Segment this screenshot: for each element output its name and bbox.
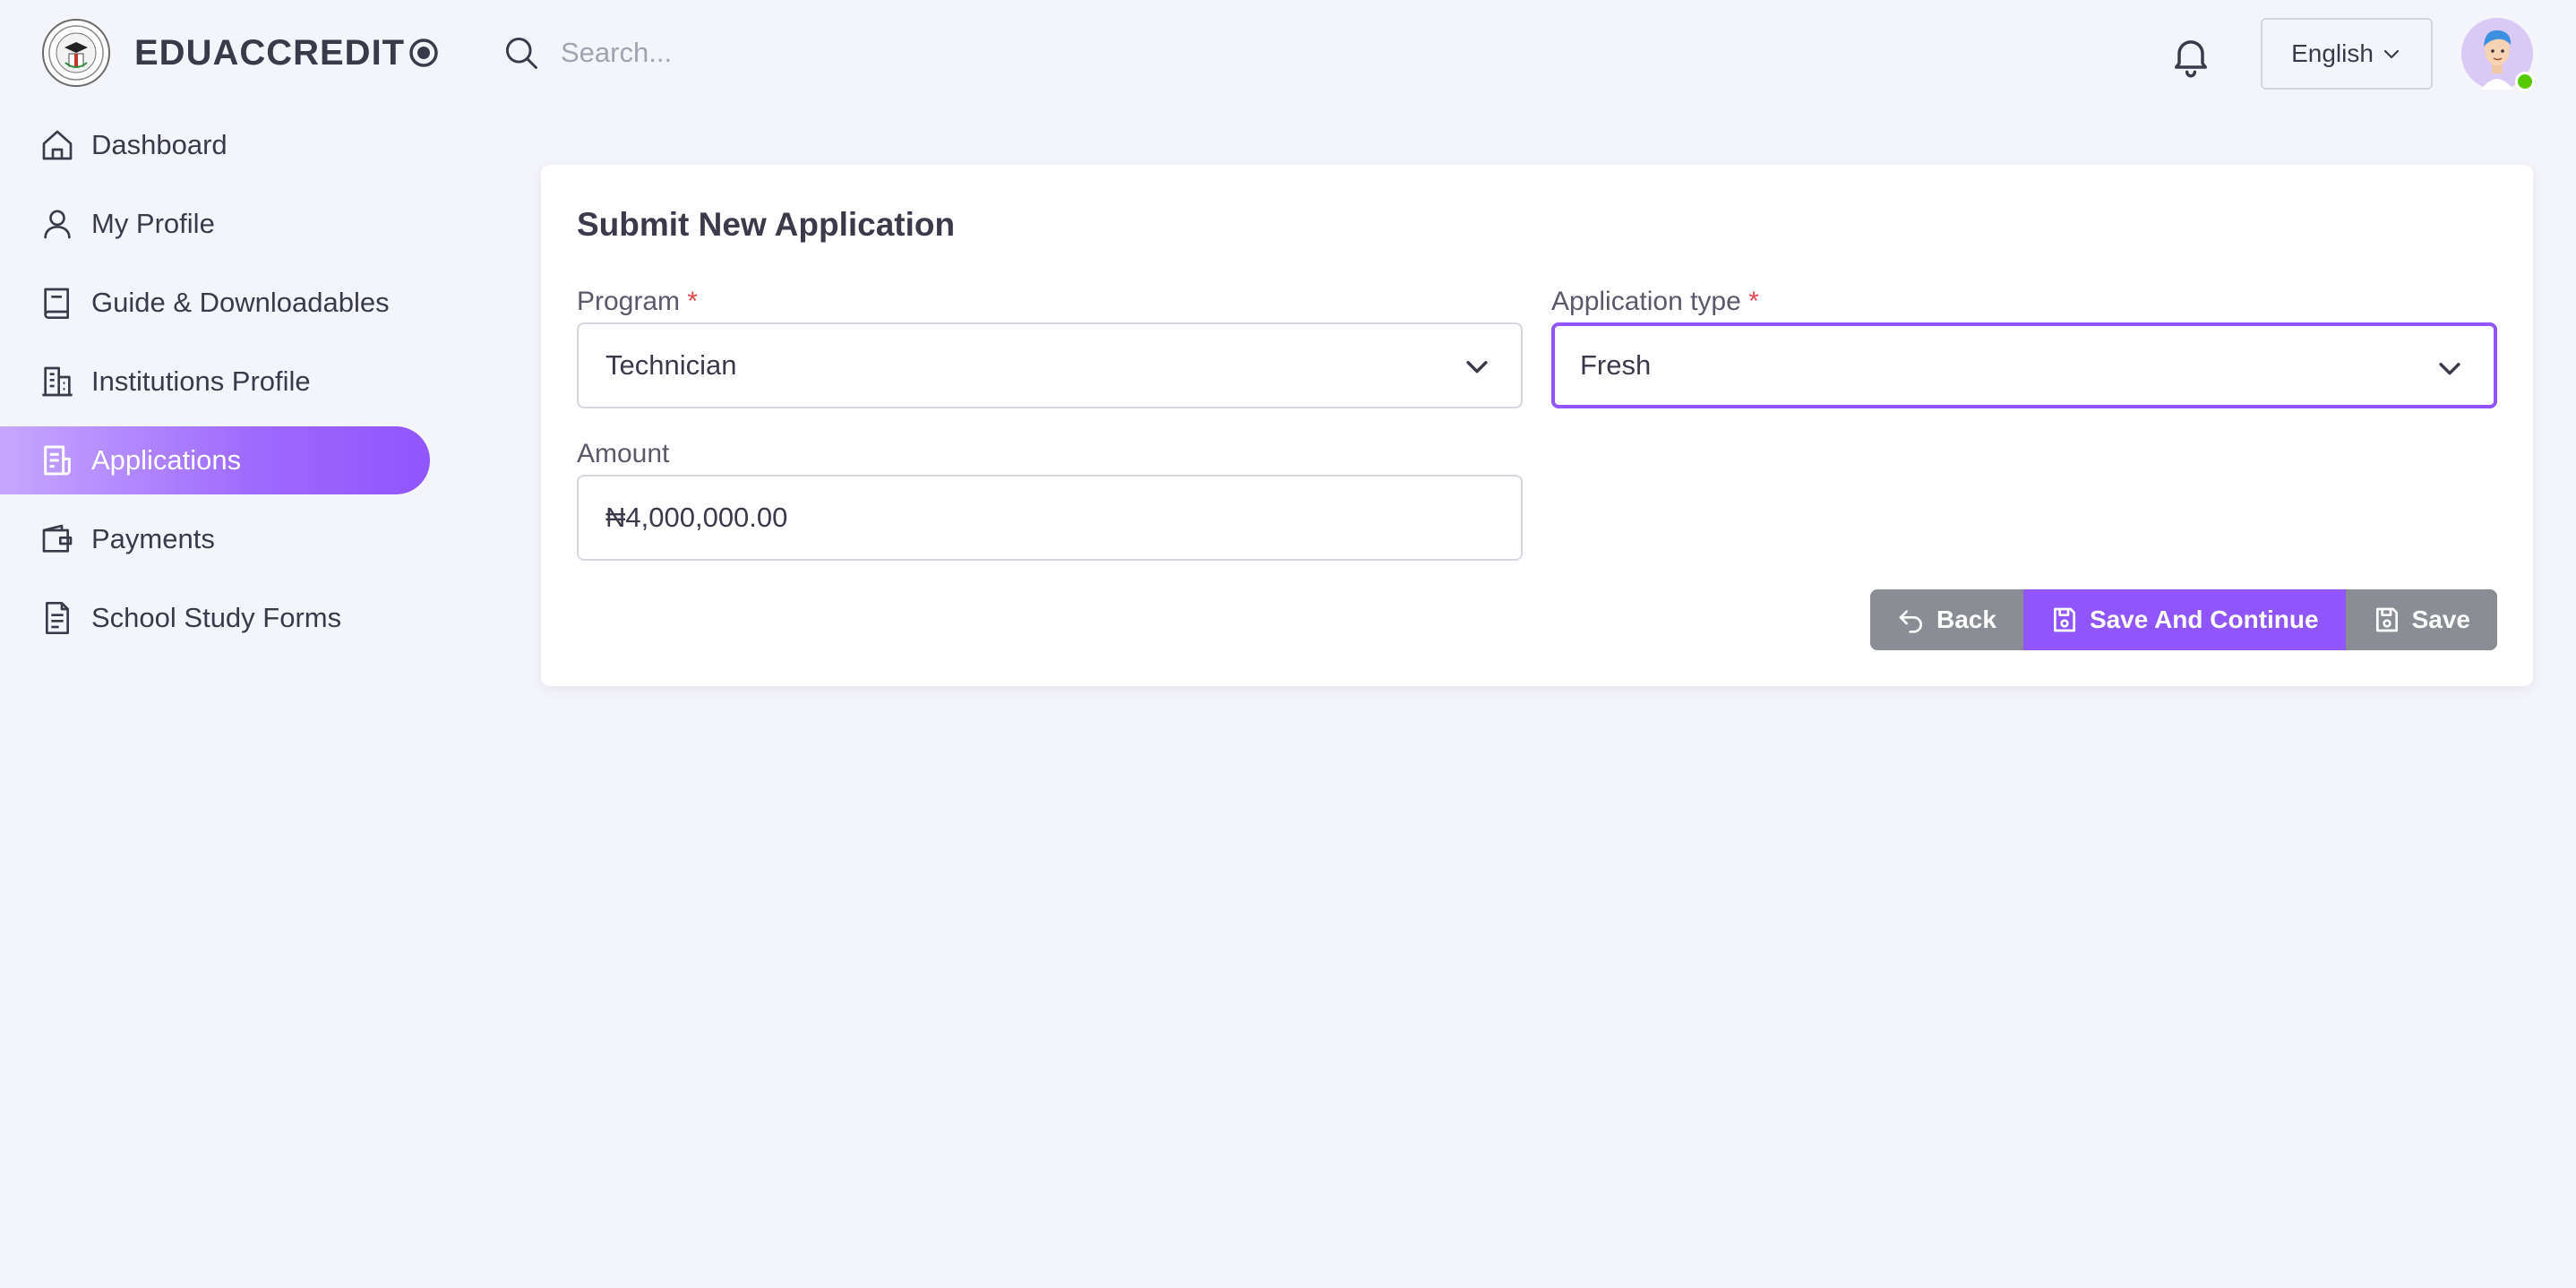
application-type-label-text: Application type: [1551, 287, 1741, 316]
back-button-label: Back: [1936, 605, 1996, 633]
user-icon: [44, 210, 71, 239]
language-value: English: [2291, 39, 2374, 67]
amount-label-text: Amount: [577, 439, 670, 468]
floppy-disk-icon: [2375, 607, 2398, 632]
sidebar-item-payments[interactable]: Payments: [0, 505, 430, 573]
application-type-select[interactable]: Fresh: [1551, 322, 2497, 408]
amount-label: Amount: [577, 439, 669, 469]
save-and-continue-button[interactable]: Save And Continue: [2022, 589, 2346, 650]
program-label: Program *: [577, 287, 698, 317]
sidebar-item-label: My Profile: [91, 208, 215, 239]
chevron-down-icon: [2383, 49, 2400, 59]
required-mark: *: [687, 287, 699, 316]
program-value: Technician: [605, 349, 737, 381]
sidebar: Dashboard My Profile Guide & Downloadabl…: [0, 111, 430, 663]
sidebar-item-label: Applications: [91, 444, 242, 476]
record-dot-icon: [409, 39, 438, 67]
page-title: Submit New Application: [577, 206, 956, 243]
search-input[interactable]: [561, 37, 1098, 69]
back-button[interactable]: Back: [1870, 589, 2023, 650]
required-mark: *: [1748, 287, 1759, 316]
amount-field[interactable]: ₦4,000,000.00: [577, 475, 1523, 561]
document-list-icon: [44, 445, 71, 476]
chevron-down-icon: [2439, 363, 2460, 375]
amount-value: ₦4,000,000.00: [605, 502, 788, 533]
avatar[interactable]: [2461, 18, 2535, 91]
logo-icon: [41, 18, 111, 88]
floppy-disk-icon: [2053, 607, 2075, 632]
form-actions: Back Save And Continue Save: [1870, 589, 2497, 650]
building-icon: [42, 366, 73, 397]
undo-icon: [1899, 610, 1922, 633]
sidebar-item-dashboard[interactable]: Dashboard: [0, 111, 430, 179]
language-select[interactable]: English: [2261, 18, 2433, 90]
application-type-label: Application type *: [1551, 287, 1759, 317]
home-icon: [42, 130, 73, 160]
app-page: EDUACCREDIT English: [0, 0, 2576, 1288]
program-label-text: Program: [577, 287, 681, 316]
program-select[interactable]: Technician: [577, 322, 1523, 408]
sidebar-item-school-study-forms[interactable]: School Study Forms: [0, 584, 430, 652]
sidebar-item-label: School Study Forms: [91, 602, 342, 633]
chevron-down-icon: [1466, 361, 1488, 374]
sidebar-item-applications[interactable]: Applications: [0, 426, 430, 494]
save-button-label: Save: [2411, 605, 2470, 633]
sidebar-item-label: Institutions Profile: [91, 365, 311, 397]
sidebar-item-label: Payments: [91, 523, 215, 554]
sidebar-item-my-profile[interactable]: My Profile: [0, 190, 430, 258]
sidebar-item-label: Dashboard: [91, 129, 228, 160]
sidebar-item-institutions-profile[interactable]: Institutions Profile: [0, 348, 430, 416]
bell-icon[interactable]: [2168, 32, 2214, 79]
application-type-value: Fresh: [1580, 349, 1652, 381]
wallet-icon: [42, 524, 73, 553]
application-form-card: Submit New Application Program * Technic…: [541, 165, 2533, 686]
file-text-icon: [46, 602, 69, 634]
sidebar-item-guide-downloadables[interactable]: Guide & Downloadables: [0, 269, 430, 337]
book-icon: [44, 288, 69, 319]
brand-text: EDUACCREDIT: [134, 32, 406, 73]
brand-name: EDUACCREDIT: [134, 27, 439, 79]
save-button[interactable]: Save: [2345, 589, 2497, 650]
sidebar-item-label: Guide & Downloadables: [91, 287, 390, 318]
search-bar: [502, 27, 1098, 79]
search-icon[interactable]: [502, 33, 541, 73]
online-status-dot: [2515, 72, 2535, 91]
save-and-continue-label: Save And Continue: [2089, 605, 2319, 633]
